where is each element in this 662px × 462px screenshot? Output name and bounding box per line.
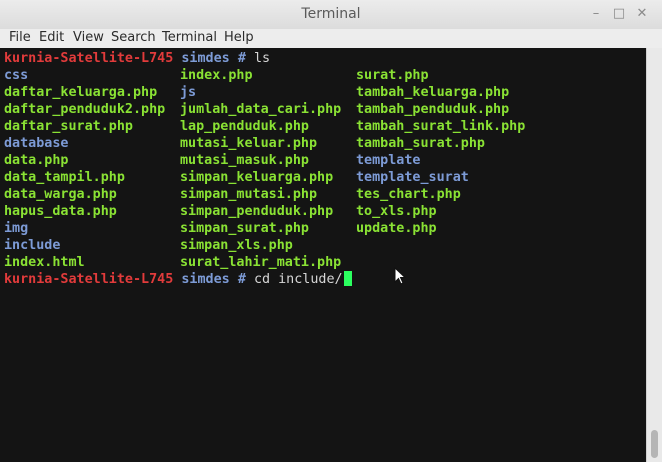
- file-entry: simpan_xls.php: [180, 238, 293, 253]
- file-entry: update.php: [356, 221, 437, 236]
- directory-entry: css: [4, 68, 29, 83]
- prompt-host: kurnia-Satellite-L745: [4, 272, 174, 287]
- directory-entry: template_surat: [356, 170, 469, 185]
- file-entry: index.php: [180, 68, 253, 83]
- window-title: Terminal: [301, 6, 361, 22]
- menu-edit[interactable]: Edit: [39, 30, 64, 45]
- directory-entry: template: [356, 153, 421, 168]
- command-text: ls: [253, 51, 271, 66]
- terminal-area[interactable]: kurnia-Satellite-L745 simdes # ls css daf…: [0, 48, 646, 462]
- text-cursor: [343, 271, 352, 286]
- prompt-host: kurnia-Satellite-L745: [4, 51, 174, 66]
- file-entry: simpan_surat.php: [180, 221, 309, 236]
- file-entry: daftar_keluarga.php: [4, 85, 158, 100]
- directory-entry: include: [4, 238, 61, 253]
- mouse-pointer-icon: [394, 267, 406, 285]
- listing-column-3: surat.php tambah_keluarga.php tambah_pendu…: [356, 67, 525, 237]
- close-icon[interactable]: ✕: [634, 6, 650, 22]
- maximize-icon[interactable]: □: [611, 6, 627, 22]
- menu-view[interactable]: View: [73, 30, 104, 45]
- directory-entry: database: [4, 136, 69, 151]
- file-entry: daftar_penduduk2.php: [4, 102, 166, 117]
- menu-file[interactable]: File: [9, 30, 31, 45]
- file-entry: surat_lahir_mati.php: [180, 255, 342, 270]
- file-entry: tambah_penduduk.php: [356, 102, 510, 117]
- file-entry: data.php: [4, 153, 69, 168]
- file-entry: jumlah_data_cari.php: [180, 102, 342, 117]
- vertical-scrollbar[interactable]: [646, 48, 662, 462]
- terminal-window: Terminal – □ ✕ File Edit View Search Ter…: [0, 0, 662, 462]
- menu-search[interactable]: Search: [111, 30, 156, 45]
- file-entry: tambah_surat.php: [356, 136, 485, 151]
- listing-column-2: index.php js jumlah_data_cari.php lap_pendu…: [180, 67, 341, 271]
- file-entry: tambah_surat_link.php: [356, 119, 526, 134]
- file-entry: mutasi_keluar.php: [180, 136, 318, 151]
- menu-help[interactable]: Help: [224, 30, 254, 45]
- file-entry: simpan_mutasi.php: [180, 187, 318, 202]
- prompt-symbol: #: [237, 272, 246, 287]
- menu-bar: File Edit View Search Terminal Help: [0, 29, 662, 48]
- file-entry: data_tampil.php: [4, 170, 125, 185]
- menu-terminal[interactable]: Terminal: [162, 30, 217, 45]
- file-entry: lap_penduduk.php: [180, 119, 309, 134]
- prompt-line-2: kurnia-Satellite-L745 simdes # cd includ…: [4, 271, 352, 288]
- file-entry: tambah_keluarga.php: [356, 85, 510, 100]
- file-entry: mutasi_masuk.php: [180, 153, 309, 168]
- minimize-icon[interactable]: –: [588, 6, 604, 22]
- title-bar[interactable]: Terminal – □ ✕: [0, 0, 662, 30]
- directory-entry: js: [180, 85, 197, 100]
- file-entry: simpan_penduduk.php: [180, 204, 334, 219]
- file-entry: tes_chart.php: [356, 187, 461, 202]
- file-entry: index.html: [4, 255, 85, 270]
- file-entry: hapus_data.php: [4, 204, 117, 219]
- listing-column-1: css daftar_keluarga.php daftar_penduduk2.p…: [4, 67, 165, 271]
- file-entry: to_xls.php: [356, 204, 437, 219]
- scrollbar-thumb[interactable]: [651, 430, 658, 458]
- file-entry: data_warga.php: [4, 187, 117, 202]
- prompt-line-1: kurnia-Satellite-L745 simdes # ls: [4, 50, 270, 67]
- file-entry: daftar_surat.php: [4, 119, 133, 134]
- prompt-symbol: #: [237, 51, 246, 66]
- file-entry: simpan_keluarga.php: [180, 170, 334, 185]
- file-entry: surat.php: [356, 68, 429, 83]
- prompt-cwd: simdes: [181, 272, 230, 287]
- command-text: cd include/: [253, 272, 343, 287]
- directory-entry: img: [4, 221, 29, 236]
- prompt-cwd: simdes: [181, 51, 230, 66]
